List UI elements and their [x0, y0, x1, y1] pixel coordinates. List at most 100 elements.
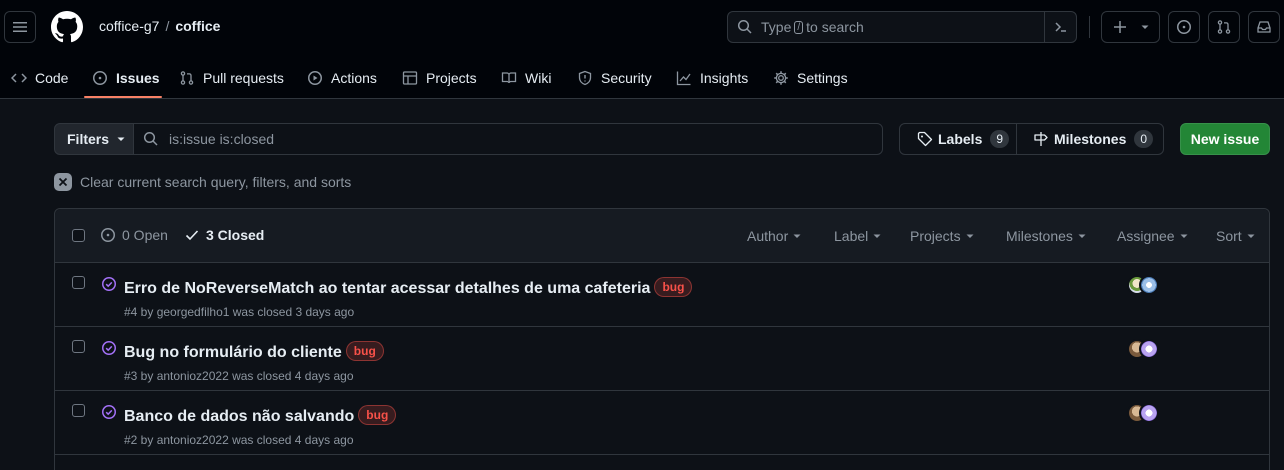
issue-row: Bug no formulário do cliente bug #3 by an…: [55, 327, 1269, 391]
git-pull-request-icon: [180, 70, 194, 85]
github-mark-icon: [51, 11, 83, 43]
inbox-icon: [1257, 21, 1271, 33]
issue-title-link[interactable]: Bug no formulário do cliente: [124, 344, 342, 361]
labels-count: 9: [990, 130, 1010, 148]
milestones-filter[interactable]: Milestones: [1006, 228, 1087, 244]
issue-opened-icon: [93, 70, 107, 85]
bug-label[interactable]: bug: [358, 405, 397, 425]
tab-issues[interactable]: Issues: [92, 56, 160, 99]
triangle-down-icon: [1247, 234, 1255, 238]
clear-filters-link[interactable]: Clear current search query, filters, and…: [54, 173, 351, 191]
tab-code[interactable]: Code: [11, 56, 68, 99]
tab-label: Insights: [700, 69, 749, 86]
sort-filter[interactable]: Sort: [1216, 228, 1256, 244]
issue-title-line: Bug no formulário do cliente bug: [124, 341, 384, 362]
avatar[interactable]: [1139, 275, 1159, 295]
terminal-icon: [1054, 22, 1066, 32]
inbox-button[interactable]: [1248, 11, 1280, 43]
avatar[interactable]: [1139, 403, 1159, 423]
breadcrumb-owner[interactable]: coffice-g7: [99, 18, 159, 34]
search-shortcut-key: /: [794, 20, 804, 34]
issue-meta: #2 by antonioz2022 was closed 4 days ago: [124, 433, 354, 447]
table-icon: [402, 70, 418, 85]
issue-search-input[interactable]: [169, 131, 849, 147]
menu-button[interactable]: [4, 11, 36, 43]
bug-label[interactable]: bug: [345, 341, 384, 361]
close-icon: [54, 173, 72, 191]
breadcrumb-repo[interactable]: coffice: [175, 18, 220, 34]
graph-icon: [676, 71, 691, 85]
tab-pull-requests[interactable]: Pull requests: [179, 56, 284, 99]
triangle-down-icon: [1141, 25, 1149, 29]
milestones-label: Milestones: [1054, 131, 1127, 147]
milestone-icon: [1034, 132, 1048, 146]
issues-shortcut-button[interactable]: [1168, 11, 1200, 43]
issue-checkbox[interactable]: [72, 404, 85, 417]
sort-filter-label: Sort: [1216, 228, 1242, 244]
play-icon: [308, 70, 322, 85]
tab-label: Actions: [331, 69, 377, 86]
triangle-down-icon: [1180, 234, 1188, 238]
command-palette-button[interactable]: [1044, 12, 1076, 42]
issue-title-link[interactable]: Erro de NoReverseMatch ao tentar acessar…: [124, 280, 650, 297]
new-issue-button[interactable]: New issue: [1180, 123, 1270, 155]
assignee-filter[interactable]: Assignee: [1117, 228, 1189, 244]
tab-insights[interactable]: Insights: [676, 56, 748, 99]
labels-milestones-group: Labels 9 Milestones 0: [899, 123, 1164, 155]
plus-icon: [1114, 21, 1126, 33]
code-icon: [11, 72, 27, 83]
triangle-down-icon: [117, 137, 125, 141]
author-filter-label: Author: [747, 228, 789, 244]
tab-label: Wiki: [525, 69, 552, 86]
pull-requests-shortcut-button[interactable]: [1208, 11, 1240, 43]
tab-wiki[interactable]: Wiki: [501, 56, 551, 99]
milestones-button[interactable]: Milestones 0: [1017, 124, 1154, 154]
tag-icon: [917, 131, 933, 147]
issue-title-line: Banco de dados não salvando bug: [124, 405, 397, 426]
tab-settings[interactable]: Settings: [773, 56, 848, 99]
labels-button[interactable]: Labels 9: [900, 124, 1017, 154]
git-pull-request-icon: [1217, 20, 1231, 34]
active-tab-indicator: [84, 96, 162, 98]
bug-label[interactable]: bug: [654, 277, 693, 297]
issues-list: 0 Open 3 Closed Author Label Projects Mi…: [54, 208, 1270, 470]
header-divider: [1089, 16, 1090, 38]
tab-label: Security: [601, 69, 652, 86]
issue-meta: #4 by georgedfilho1 was closed 3 days ag…: [124, 305, 355, 319]
tab-actions[interactable]: Actions: [307, 56, 377, 99]
hamburger-icon: [13, 22, 27, 32]
open-issues-filter[interactable]: 0 Open: [100, 227, 168, 243]
closed-count-label: 3 Closed: [206, 227, 265, 243]
label-filter[interactable]: Label: [834, 228, 882, 244]
tab-projects[interactable]: Projects: [402, 56, 477, 99]
search-hint-post: to search: [806, 19, 864, 35]
open-count-label: 0 Open: [122, 227, 168, 243]
projects-filter[interactable]: Projects: [910, 228, 975, 244]
author-filter[interactable]: Author: [747, 228, 802, 244]
triangle-down-icon: [793, 234, 801, 238]
label-filter-label: Label: [834, 228, 869, 244]
select-all-checkbox[interactable]: [72, 229, 85, 242]
issue-checkbox[interactable]: [72, 340, 85, 353]
search-hint-pre: Type: [761, 19, 792, 35]
triangle-down-icon: [873, 234, 881, 238]
issue-row: Banco de dados não salvando bug #2 by ant…: [55, 391, 1269, 455]
filters-label: Filters: [67, 131, 110, 147]
issue-closed-icon: [102, 341, 116, 355]
labels-label: Labels: [938, 131, 983, 147]
app-header: coffice-g7 / coffice Type / to search Co…: [0, 0, 1284, 99]
search-icon: [737, 19, 752, 34]
issue-checkbox[interactable]: [72, 276, 85, 289]
closed-issues-filter[interactable]: 3 Closed: [184, 227, 264, 243]
clear-filters-label: Clear current search query, filters, and…: [80, 174, 352, 190]
avatar[interactable]: [1139, 339, 1159, 359]
github-logo[interactable]: [51, 11, 83, 43]
issue-title-link[interactable]: Banco de dados não salvando: [124, 408, 354, 425]
check-icon: [185, 230, 199, 241]
breadcrumb: coffice-g7 / coffice: [99, 18, 220, 34]
create-new-button[interactable]: [1101, 11, 1160, 43]
tab-security[interactable]: Security: [577, 56, 652, 99]
gear-icon: [774, 70, 788, 85]
filters-dropdown-button[interactable]: Filters: [54, 123, 134, 155]
global-search[interactable]: Type / to search: [727, 11, 1077, 43]
